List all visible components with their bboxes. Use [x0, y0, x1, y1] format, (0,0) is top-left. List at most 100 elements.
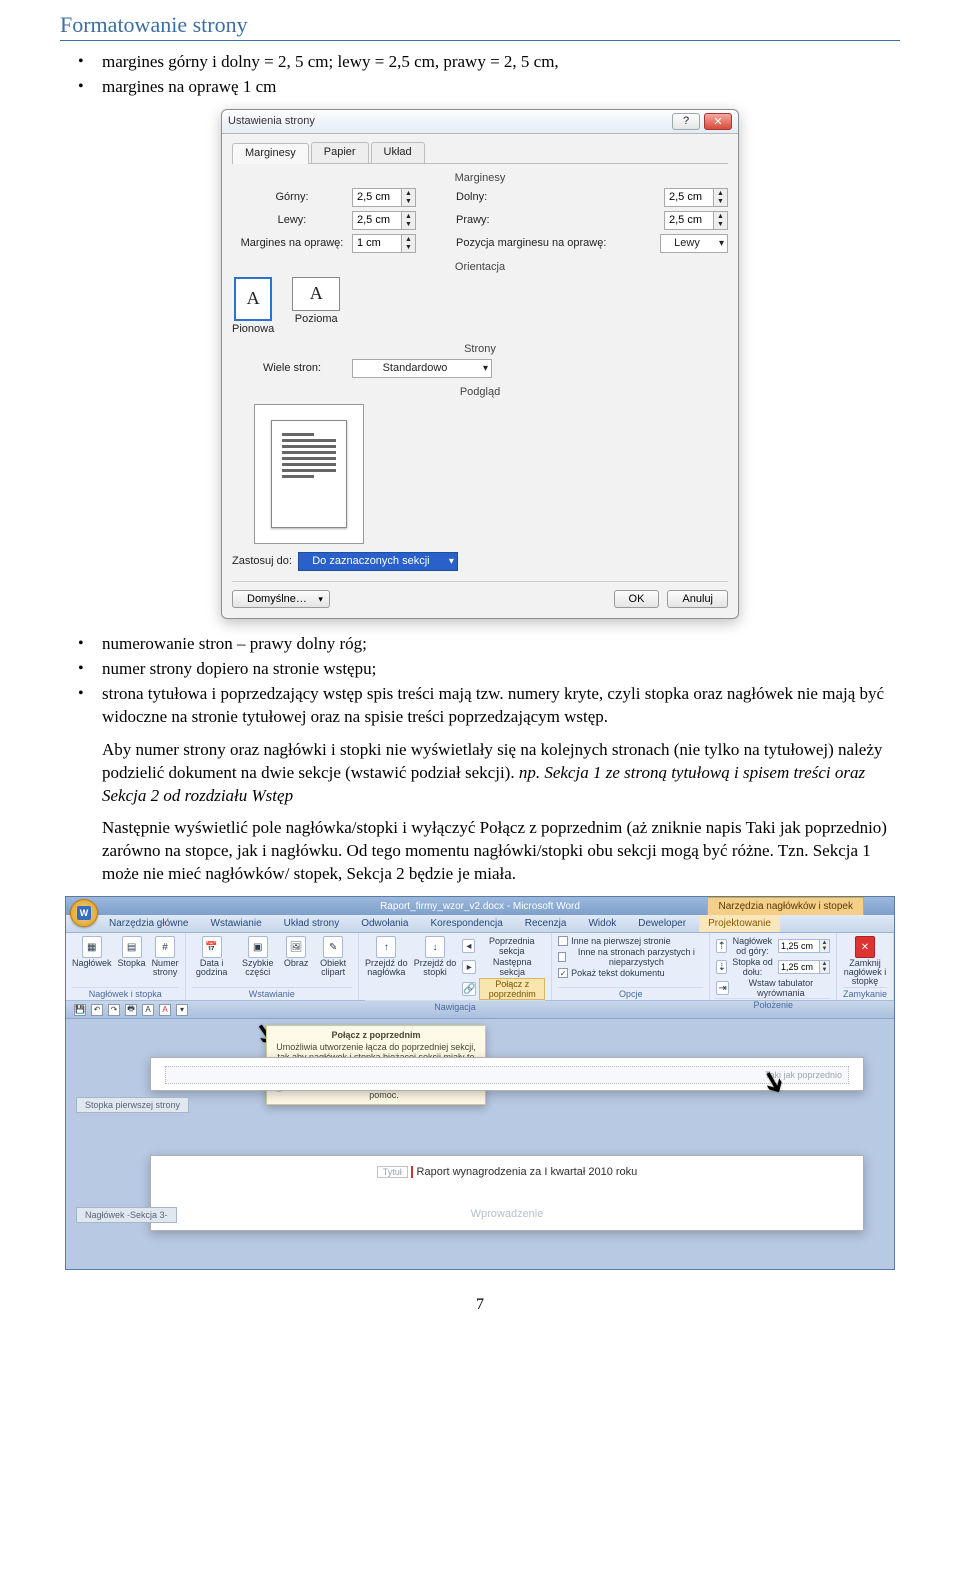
- help-button[interactable]: ?: [672, 113, 700, 130]
- tab-layout[interactable]: Układ: [371, 142, 425, 163]
- page-number-icon: #: [155, 936, 175, 958]
- font-icon[interactable]: A: [142, 1004, 154, 1016]
- picture-button[interactable]: 🖼 Obraz: [284, 936, 309, 977]
- default-button[interactable]: Domyślne…: [232, 590, 330, 608]
- group-label-hf: Nagłówek i stopka: [72, 987, 179, 999]
- page-number: 7: [60, 1296, 900, 1314]
- right-margin-input[interactable]: [665, 212, 713, 229]
- apply-to-label: Zastosuj do:: [232, 555, 292, 567]
- page-setup-dialog: Ustawienia strony ? ✕ Marginesy Papier U…: [221, 109, 739, 619]
- tab-references[interactable]: Odwołania: [352, 915, 417, 932]
- tab-design[interactable]: Projektowanie: [699, 915, 780, 932]
- orientation-landscape-label: Pozioma: [295, 313, 338, 325]
- tab-layout[interactable]: Układ strony: [275, 915, 349, 932]
- group-header-footer: ▦ Nagłówek ▤ Stopka # Numer strony Nagłó…: [66, 933, 186, 1000]
- preview-box: [254, 404, 364, 544]
- goto-footer-button[interactable]: ↓ Przejdź do stopki: [414, 936, 457, 1000]
- dialog-tabs: Marginesy Papier Układ: [232, 142, 728, 164]
- date-time-button[interactable]: 📅 Data i godzina: [192, 936, 232, 977]
- close-button[interactable]: ✕: [704, 113, 732, 130]
- goto-footer-icon: ↓: [425, 936, 445, 958]
- orientation-portrait[interactable]: A Pionowa: [232, 277, 274, 335]
- cancel-button[interactable]: Anuluj: [667, 590, 728, 608]
- tab-view[interactable]: Widok: [579, 915, 625, 932]
- bottom-margin-input[interactable]: [665, 189, 713, 206]
- spin-right[interactable]: ▲▼: [664, 211, 728, 230]
- header-icon: ▦: [82, 936, 102, 958]
- lbl-bottom: Dolny:: [456, 191, 487, 203]
- prev-section-button[interactable]: ◂ Poprzednia sekcja: [462, 936, 545, 956]
- bullet-item: numer strony dopiero na stronie wstępu;: [102, 658, 900, 681]
- dialog-title: Ustawienia strony: [228, 115, 315, 127]
- font-color-icon[interactable]: A: [159, 1004, 171, 1016]
- header-region[interactable]: Tytuł Raport wynagrodzenia za I kwartał …: [165, 1160, 849, 1196]
- top-margin-input[interactable]: [353, 189, 401, 206]
- contextual-tab-label: Narzędzia nagłówków i stopek: [707, 897, 864, 915]
- tab-paper[interactable]: Papier: [311, 142, 369, 163]
- different-first-page-check[interactable]: Inne na pierwszej stronie: [558, 936, 703, 946]
- tab-insert[interactable]: Wstawianie: [202, 915, 271, 932]
- group-position: ⇡ Nagłówek od góry: ▲▼ ⇣ Stopka od dołu:…: [710, 933, 837, 1000]
- style-tag: Tytuł: [377, 1166, 408, 1178]
- save-icon[interactable]: 💾: [74, 1004, 86, 1016]
- goto-header-icon: ↑: [376, 936, 396, 958]
- group-insert: 📅 Data i godzina ▣ Szybkie części 🖼 Obra…: [186, 933, 359, 1000]
- next-section-button[interactable]: ▸ Następna sekcja: [462, 957, 545, 977]
- lbl-top: Górny:: [232, 191, 352, 203]
- tab-review[interactable]: Recenzja: [516, 915, 576, 932]
- paragraph-1: Aby numer strony oraz nagłówki i stopki …: [60, 739, 900, 808]
- link-to-previous-toggle[interactable]: 🔗 Połącz z poprzednim: [462, 978, 545, 1000]
- gutter-pos-select[interactable]: Lewy: [660, 234, 728, 253]
- group-preview-label: Podgląd: [232, 386, 728, 398]
- orientation-landscape[interactable]: A Pozioma: [292, 277, 340, 335]
- bullet-item: margines na oprawę 1 cm: [102, 76, 900, 99]
- clipart-button[interactable]: ✎ Obiekt clipart: [314, 936, 352, 977]
- mid-bullets: numerowanie stron – prawy dolny róg; num…: [60, 633, 900, 729]
- top-bullets: margines górny i dolny = 2, 5 cm; lewy =…: [60, 51, 900, 99]
- footer-icon: ▤: [122, 936, 142, 958]
- lbl-gutter-pos: Pozycja marginesu na oprawę:: [456, 237, 606, 249]
- redo-icon[interactable]: ↷: [108, 1004, 120, 1016]
- footer-section-badge: Stopka pierwszej strony: [76, 1097, 189, 1113]
- ok-button[interactable]: OK: [614, 590, 660, 608]
- undo-icon[interactable]: ↶: [91, 1004, 103, 1016]
- bullet-item: margines górny i dolny = 2, 5 cm; lewy =…: [102, 51, 900, 74]
- tab-margins[interactable]: Marginesy: [232, 143, 309, 164]
- insert-alignment-tab-button[interactable]: ⇥ Wstaw tabulator wyrównania: [716, 978, 830, 998]
- quick-parts-button[interactable]: ▣ Szybkie części: [238, 936, 278, 977]
- group-margins-label: Marginesy: [232, 172, 728, 184]
- different-odd-even-check[interactable]: Inne na stronach parzystych i nieparzyst…: [558, 947, 703, 967]
- gutter-input[interactable]: [353, 235, 401, 252]
- footer-region[interactable]: Taki jak poprzednio: [165, 1066, 849, 1084]
- tab-developer[interactable]: Deweloper: [629, 915, 695, 932]
- footer-from-bottom-input[interactable]: ▲▼: [778, 960, 830, 974]
- lbl-right: Prawy:: [456, 214, 490, 226]
- apply-to-select[interactable]: Do zaznaczonych sekcji: [298, 552, 458, 571]
- goto-header-button[interactable]: ↑ Przejdź do nagłówka: [365, 936, 408, 1000]
- close-headerfooter-button[interactable]: ✕ Zamknij nagłówek i stopkę: [843, 936, 887, 986]
- header-section-badge: Nagłówek -Sekcja 3-: [76, 1207, 177, 1223]
- dropdown-icon[interactable]: ▾: [176, 1004, 188, 1016]
- dialog-titlebar: Ustawienia strony ? ✕: [222, 110, 738, 134]
- group-label-options: Opcje: [558, 987, 703, 999]
- spin-bottom[interactable]: ▲▼: [664, 188, 728, 207]
- tab-home[interactable]: Narzędzia główne: [100, 915, 198, 932]
- document-heading-text: Raport wynagrodzenia za I kwartał 2010 r…: [411, 1166, 638, 1178]
- spin-left[interactable]: ▲▼: [352, 211, 416, 230]
- show-document-text-check[interactable]: ✓Pokaż tekst dokumentu: [558, 968, 703, 978]
- print-icon[interactable]: 🖶: [125, 1004, 137, 1016]
- left-margin-input[interactable]: [353, 212, 401, 229]
- tab-mailings[interactable]: Korespondencja: [421, 915, 511, 932]
- header-button[interactable]: ▦ Nagłówek: [72, 936, 112, 977]
- spin-gutter[interactable]: ▲▼: [352, 234, 416, 253]
- close-icon: ✕: [855, 936, 875, 958]
- lbl-gutter: Margines na oprawę:: [232, 237, 352, 249]
- multi-pages-select[interactable]: Standardowo: [352, 359, 492, 378]
- spin-top[interactable]: ▲▼: [352, 188, 416, 207]
- footer-button[interactable]: ▤ Stopka: [118, 936, 146, 977]
- footer-from-bottom-icon: ⇣: [716, 960, 727, 974]
- prev-section-icon: ◂: [462, 939, 475, 953]
- header-from-top-input[interactable]: ▲▼: [778, 939, 830, 953]
- window-title: Raport_firmy_wzor_v2.docx - Microsoft Wo…: [380, 901, 580, 912]
- page-number-button[interactable]: # Numer strony: [152, 936, 179, 977]
